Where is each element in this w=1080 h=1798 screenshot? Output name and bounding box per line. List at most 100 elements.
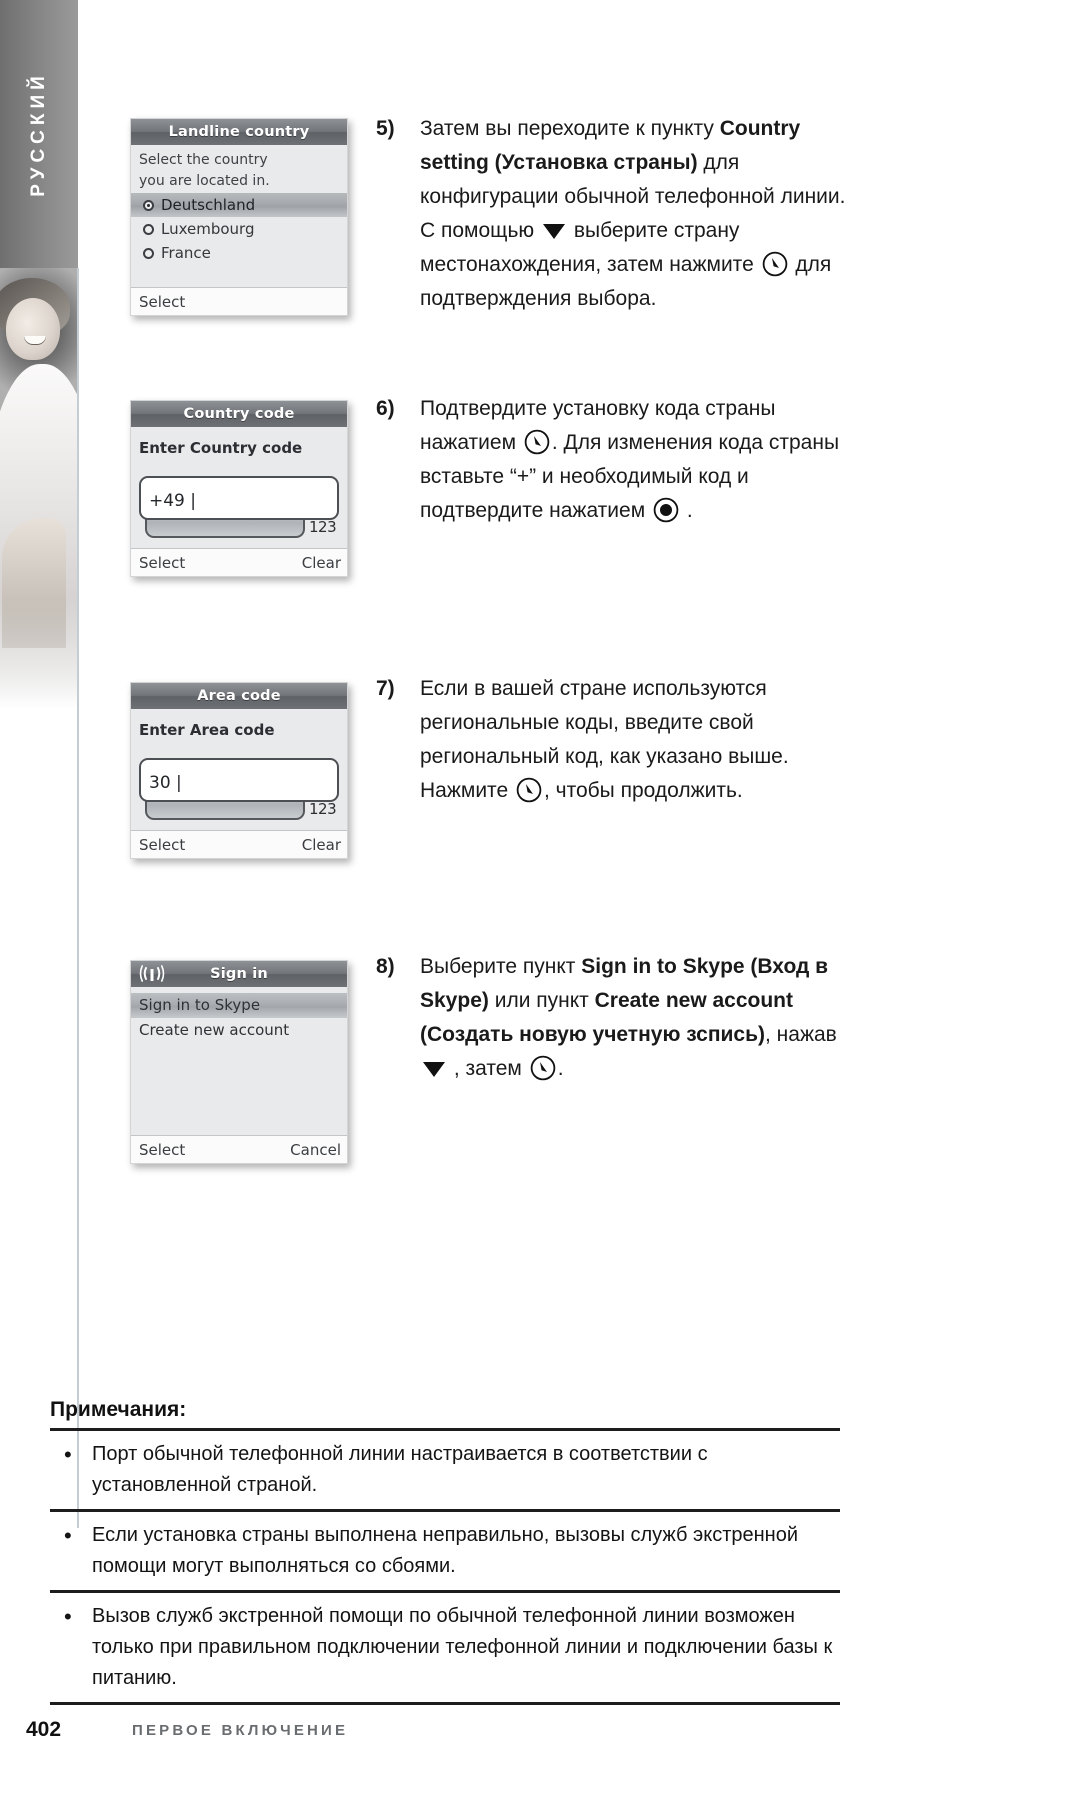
step-text-run: , затем	[448, 1057, 528, 1080]
screenshot-sign-in: Sign in Sign in to Skype Create new acco…	[130, 960, 348, 1164]
screenshot-country-code: Country code Enter Country code +49 | 12…	[130, 400, 348, 577]
photo-face	[6, 298, 60, 360]
step-text-run: .	[680, 499, 693, 522]
menu-item-sign-in-to-skype[interactable]: Sign in to Skype	[131, 993, 347, 1018]
input-value: +49	[149, 491, 185, 511]
menu-item-create-new-account[interactable]: Create new account	[131, 1018, 347, 1043]
screen-title-bar: Area code	[131, 683, 347, 709]
signal-antenna-icon	[139, 965, 165, 983]
page-number: 402	[26, 1718, 62, 1741]
softkey-left[interactable]: Select	[139, 554, 185, 572]
step-text-run: Выберите пункт	[420, 955, 582, 978]
screen-spacer	[131, 265, 347, 287]
note-text: Порт обычной телефонной линии настраивае…	[92, 1443, 708, 1496]
footer-section-label: ПЕРВОЕ ВКЛЮЧЕНИЕ	[132, 1722, 349, 1739]
ok-key-icon	[762, 251, 788, 277]
note-item: • Если установка страны выполнена неправ…	[50, 1512, 840, 1590]
down-triangle-icon	[423, 1062, 445, 1077]
bullet-icon: •	[64, 1442, 72, 1467]
step-8: 8) Выберите пункт Sign in to Skype (Вход…	[376, 950, 850, 1086]
ime-mode-indicator: 123	[309, 800, 337, 818]
softkey-right[interactable]: Clear	[302, 554, 341, 572]
language-tab: РУССКИЙ	[0, 0, 78, 268]
page-footer: 402 ПЕРВОЕ ВКЛЮЧЕНИЕ	[0, 1718, 1080, 1758]
ime-mode-indicator: 123	[309, 518, 337, 536]
ok-key-icon	[524, 429, 550, 455]
softkey-right[interactable]: Clear	[302, 836, 341, 854]
step-body: Выберите пункт Sign in to Skype (Вход в …	[420, 950, 850, 1086]
step-body: Подтвердите установку кода страны нажати…	[420, 392, 850, 528]
step-number: 5)	[376, 117, 395, 140]
radio-icon	[143, 223, 154, 235]
option-label: France	[161, 244, 211, 262]
screen-spacer	[131, 538, 347, 548]
notes-section: Примечания: • Порт обычной телефонной ли…	[50, 1398, 840, 1705]
input-area: +49 |	[131, 470, 347, 520]
step-number: 8)	[376, 955, 395, 978]
divider	[50, 1702, 840, 1705]
language-tab-label: РУССКИЙ	[28, 71, 49, 197]
screenshot-area-code: Area code Enter Area code 30 | 123 Selec…	[130, 682, 348, 859]
ok-key-icon	[530, 1055, 556, 1081]
country-code-input[interactable]: +49 |	[139, 476, 339, 520]
screen-title-bar: Landline country	[131, 119, 347, 145]
softkey-left[interactable]: Select	[139, 1141, 185, 1159]
step-body: Если в вашей стране используются региона…	[420, 672, 850, 808]
softkey-bar: Select Clear	[131, 830, 347, 858]
hint-line-1: Select the country	[139, 152, 268, 168]
screenshot-landline-country: Landline country Select the country you …	[130, 118, 348, 316]
screen-title-bar: Sign in	[131, 961, 347, 987]
screen-spacer	[131, 820, 347, 830]
note-text: Если установка страны выполнена неправил…	[92, 1524, 798, 1577]
ok-key-filled-icon	[653, 497, 679, 523]
screen-title: Country code	[183, 406, 295, 422]
screen-spacer	[131, 1043, 347, 1135]
step-text-run: .	[557, 1057, 564, 1080]
softkey-left[interactable]: Select	[139, 836, 185, 854]
softkey-left[interactable]: Select	[139, 293, 185, 311]
radio-icon	[143, 247, 154, 259]
note-item: • Вызов служб экстренной помощи по обычн…	[50, 1593, 840, 1702]
menu-item-label: Sign in to Skype	[139, 996, 261, 1014]
step-text-run: или пункт	[488, 989, 595, 1012]
screen-body: Select the country you are located in. D…	[131, 145, 347, 287]
option-label: Deutschland	[161, 196, 256, 214]
notes-title: Примечания:	[50, 1398, 187, 1421]
step-text-run: Затем вы переходите к пункту	[420, 117, 720, 140]
option-luxembourg[interactable]: Luxembourg	[131, 217, 347, 241]
note-text: Вызов служб экстренной помощи по обычной…	[92, 1605, 833, 1689]
input-area: 30 |	[131, 752, 347, 802]
screen-title-bar: Country code	[131, 401, 347, 427]
step-5: 5) Затем вы переходите к пункту Country …	[376, 112, 850, 316]
bullet-icon: •	[64, 1604, 72, 1629]
down-triangle-icon	[542, 224, 565, 239]
ok-key-icon	[516, 777, 542, 803]
screen-body: Sign in to Skype Create new account	[131, 987, 347, 1135]
menu-item-label: Create new account	[139, 1021, 290, 1039]
screen-title: Area code	[197, 688, 281, 704]
step-text-run: , чтобы продолжить.	[543, 779, 743, 802]
screen-body: Enter Country code +49 | 123	[131, 427, 347, 548]
screen-body: Enter Area code 30 | 123	[131, 709, 347, 830]
softkey-bar: Select Cancel	[131, 1135, 347, 1163]
input-value: 30	[149, 773, 171, 793]
option-france[interactable]: France	[131, 241, 347, 265]
prompt-label: Enter Country code	[139, 439, 303, 457]
area-code-input[interactable]: 30 |	[139, 758, 339, 802]
prompt-label: Enter Area code	[139, 721, 275, 739]
option-deutschland[interactable]: Deutschland	[131, 193, 347, 217]
bullet-icon: •	[64, 1523, 72, 1548]
decorative-photo	[0, 268, 78, 718]
step-7: 7) Если в вашей стране используются реги…	[376, 672, 850, 808]
radio-selected-icon	[143, 199, 154, 211]
step-text-run: , нажав	[765, 1023, 837, 1046]
softkey-bar: Select Clear	[131, 548, 347, 576]
screen-title: Sign in	[210, 966, 268, 982]
step-6: 6) Подтвердите установку кода страны наж…	[376, 392, 850, 528]
softkey-right[interactable]: Cancel	[290, 1141, 341, 1159]
step-body: Затем вы переходите к пункту Country set…	[420, 112, 850, 316]
step-number: 6)	[376, 397, 395, 420]
softkey-bar: Select	[131, 287, 347, 315]
note-item: • Порт обычной телефонной линии настраив…	[50, 1431, 840, 1509]
text-caret: |	[170, 773, 182, 793]
